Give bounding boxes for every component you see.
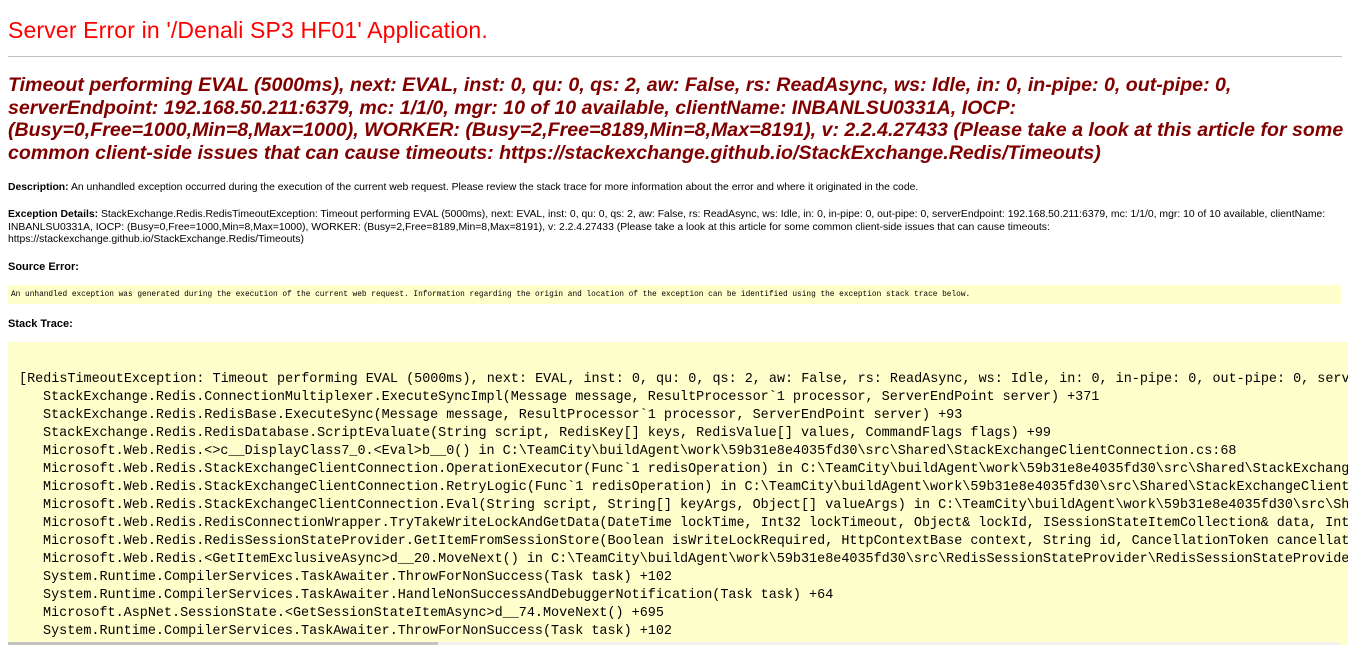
stack-trace-line[interactable]: Microsoft.Web.Redis.StackExchangeClientC…	[19, 497, 1348, 515]
description-section: Description: An unhandled exception occu…	[8, 182, 1342, 195]
stack-trace-line[interactable]: Microsoft.Web.Redis.RedisSessionStatePro…	[19, 533, 1348, 551]
exception-details-section: Exception Details: StackExchange.Redis.R…	[8, 209, 1342, 247]
stack-trace-line[interactable]: StackExchange.Redis.ConnectionMultiplexe…	[19, 389, 1348, 407]
source-error-text[interactable]: An unhandled exception was generated dur…	[11, 291, 970, 299]
page-title: Server Error in '/Denali SP3 HF01' Appli…	[8, 17, 488, 43]
stack-trace-line[interactable]: StackExchange.Redis.RedisDatabase.Script…	[19, 425, 1348, 443]
stack-trace-line[interactable]: Microsoft.AspNet.SessionState.<GetSessio…	[19, 605, 1348, 623]
source-error-label: Source Error:	[8, 261, 79, 273]
stack-trace-line[interactable]: Microsoft.Web.Redis.StackExchangeClientC…	[19, 461, 1348, 479]
stack-trace-line[interactable]: Microsoft.Web.Redis.RedisConnectionWrapp…	[19, 515, 1348, 533]
stack-trace-line[interactable]: [RedisTimeoutException: Timeout performi…	[19, 371, 1348, 389]
stack-trace-line[interactable]: System.Runtime.CompilerServices.TaskAwai…	[19, 587, 1348, 605]
stack-trace-line[interactable]: Microsoft.Web.Redis.<GetItemExclusiveAsy…	[19, 551, 1348, 569]
stack-trace-label: Stack Trace:	[8, 318, 73, 330]
stack-trace-line[interactable]: Microsoft.Web.Redis.<>c__DisplayClass7_0…	[19, 443, 1348, 461]
description-label: Description:	[8, 182, 69, 193]
exception-details-text[interactable]: StackExchange.Redis.RedisTimeoutExceptio…	[8, 209, 1325, 245]
source-error-box: An unhandled exception was generated dur…	[8, 285, 1341, 304]
stack-trace-box[interactable]: [RedisTimeoutException: Timeout performi…	[8, 342, 1348, 645]
stack-trace-line[interactable]: Microsoft.Web.Redis.StackExchangeClientC…	[19, 479, 1348, 497]
error-message[interactable]: Timeout performing EVAL (5000ms), next: …	[8, 74, 1346, 164]
stack-trace-line[interactable]: System.Runtime.CompilerServices.TaskAwai…	[19, 569, 1348, 587]
description-text[interactable]: An unhandled exception occurred during t…	[69, 182, 918, 193]
stack-trace-line[interactable]: StackExchange.Redis.RedisBase.ExecuteSyn…	[19, 407, 1348, 425]
stack-trace-line[interactable]: System.Runtime.CompilerServices.TaskAwai…	[19, 623, 1348, 641]
exception-details-label: Exception Details:	[8, 209, 99, 220]
stack-trace-content[interactable]: [RedisTimeoutException: Timeout performi…	[19, 371, 1348, 641]
title-divider	[8, 56, 1342, 57]
